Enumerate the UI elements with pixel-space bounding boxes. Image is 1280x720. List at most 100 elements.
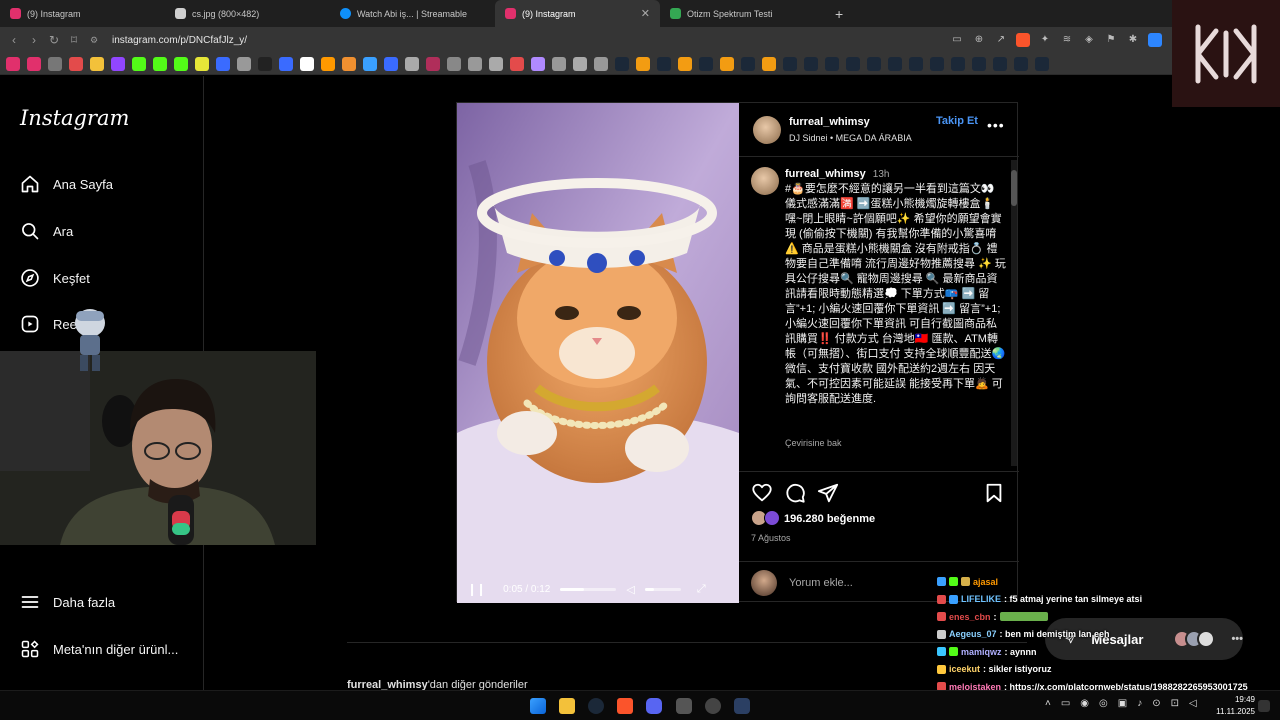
like-heart-icon[interactable] [751, 482, 773, 504]
bookmark-favicon-icon[interactable] [657, 56, 671, 71]
author-username[interactable]: furreal_whimsy [789, 116, 870, 128]
bookmark-favicon-icon[interactable] [951, 56, 965, 71]
vpn-icon[interactable] [1148, 33, 1162, 47]
instagram-logo[interactable]: Instagram [20, 106, 129, 130]
bookmark-favicon-icon[interactable] [216, 56, 230, 71]
bookmark-favicon-icon[interactable] [27, 56, 41, 71]
tray-chevron-icon[interactable]: ˄ [1045, 698, 1051, 709]
brave-browser-icon[interactable] [617, 698, 633, 714]
bookmark-favicon-icon[interactable] [195, 56, 209, 71]
bookmark-favicon-icon[interactable] [930, 56, 944, 71]
bookmark-favicon-icon[interactable] [804, 56, 818, 71]
bookmark-favicon-icon[interactable] [174, 56, 188, 71]
bookmark-favicon-icon[interactable] [972, 56, 986, 71]
bookmark-favicon-icon[interactable] [426, 56, 440, 71]
wifi-icon[interactable]: ≋ [1060, 33, 1074, 47]
bookmark-favicon-icon[interactable] [846, 56, 860, 71]
bookmark-favicon-icon[interactable] [825, 56, 839, 71]
bookmark-favicon-icon[interactable] [993, 56, 1007, 71]
follow-button[interactable]: Takip Et [936, 115, 978, 127]
tab-image[interactable]: cs.jpg (800×482) [165, 0, 330, 27]
sidebar-item-home[interactable]: Ana Sayfa [20, 174, 113, 194]
bookmark-favicon-icon[interactable] [489, 56, 503, 71]
back-icon[interactable]: ‹ [4, 33, 24, 47]
bookmark-favicon-icon[interactable] [573, 56, 587, 71]
zoom-icon[interactable]: ⊕ [972, 33, 986, 47]
windows-start-icon[interactable] [530, 698, 546, 714]
tab-streamable[interactable]: Watch Abi iş... | Streamable [330, 0, 495, 27]
chat-username[interactable]: Aegeus_07 [949, 629, 997, 639]
site-settings-icon[interactable]: ⚙ [84, 35, 104, 46]
bookmark-favicon-icon[interactable] [363, 56, 377, 71]
comment-input[interactable]: Yorum ekle... [789, 577, 853, 589]
audio-label[interactable]: DJ Sidnei • MEGA DA ÁRABIA [789, 133, 912, 143]
chat-username[interactable]: LIFELIKE [961, 594, 1001, 604]
cast-icon[interactable]: ▭ [950, 33, 964, 47]
reload-icon[interactable]: ↻ [44, 33, 64, 47]
sidebar-item-explore[interactable]: Keşfet [20, 268, 90, 288]
extensions-icon[interactable]: ✦ [1038, 33, 1052, 47]
bookmark-favicon-icon[interactable] [720, 56, 734, 71]
sidebar-item-more[interactable]: Daha fazla [20, 592, 115, 612]
caption-author-avatar[interactable] [751, 167, 779, 195]
sidebar-item-search[interactable]: Ara [20, 221, 73, 241]
bookmark-favicon-icon[interactable] [552, 56, 566, 71]
layers-icon[interactable]: ◈ [1082, 33, 1096, 47]
chat-username[interactable]: enes_cbn [949, 612, 991, 622]
caption-scrollbar[interactable] [1011, 160, 1017, 466]
bookmark-favicon-icon[interactable] [1014, 56, 1028, 71]
see-translation-link[interactable]: Çevirisine bak [785, 438, 1005, 468]
speaker-icon[interactable]: ◁ [1189, 698, 1197, 709]
tray-app-icon[interactable]: ◉ [1080, 698, 1089, 709]
bookmark-favicon-icon[interactable] [237, 56, 251, 71]
bookmark-favicon-icon[interactable] [867, 56, 881, 71]
bookmark-favicon-icon[interactable] [888, 56, 902, 71]
brave-shield-icon[interactable] [1016, 33, 1030, 47]
volume-icon[interactable]: ♪ [1137, 698, 1142, 709]
bookmark-favicon-icon[interactable] [615, 56, 629, 71]
bookmark-favicon-icon[interactable] [279, 56, 293, 71]
bookmark-favicon-icon[interactable] [300, 56, 314, 71]
pause-icon[interactable]: ❙❙ [467, 582, 486, 596]
taskbar-clock[interactable]: 19:49 11.11.2025 [1205, 694, 1255, 718]
bookmark-favicon-icon[interactable] [594, 56, 608, 71]
bookmark-favicon-icon[interactable] [741, 56, 755, 71]
tools-icon[interactable]: ⚑ [1104, 33, 1118, 47]
bookmark-favicon-icon[interactable] [6, 56, 20, 71]
chat-username[interactable]: ajasal [973, 577, 998, 587]
bookmark-favicon-icon[interactable] [258, 56, 272, 71]
bookmark-favicon-icon[interactable] [447, 56, 461, 71]
bookmark-favicon-icon[interactable] [762, 56, 776, 71]
like-count[interactable]: 196.280 beğenme [784, 513, 875, 525]
bookmark-favicon-icon[interactable] [510, 56, 524, 71]
chat-username[interactable]: mamiqwz [961, 647, 1002, 657]
bookmark-favicon-icon[interactable] [153, 56, 167, 71]
bookmark-favicon-icon[interactable] [405, 56, 419, 71]
bookmark-favicon-icon[interactable] [699, 56, 713, 71]
steam-icon[interactable] [588, 698, 604, 714]
bookmark-favicon-icon[interactable] [1035, 56, 1049, 71]
sidebar-item-meta[interactable]: Meta'nın diğer ürünl... [20, 639, 178, 659]
new-tab-icon[interactable]: + [835, 6, 843, 22]
tab-instagram-active[interactable]: (9) Instagram ✕ [495, 0, 660, 27]
share-icon[interactable]: ↗ [994, 33, 1008, 47]
save-bookmark-icon[interactable] [983, 482, 1005, 504]
tray-app-icon[interactable]: ▣ [1118, 698, 1127, 709]
bookmark-favicon-icon[interactable] [783, 56, 797, 71]
microphone-icon[interactable]: ⊙ [1152, 698, 1160, 709]
bookmark-favicon-icon[interactable] [909, 56, 923, 71]
bookmark-favicon-icon[interactable] [678, 56, 692, 71]
tray-steam-icon[interactable]: ◎ [1099, 698, 1108, 709]
bookmark-favicon-icon[interactable] [132, 56, 146, 71]
caption-username[interactable]: furreal_whimsy [785, 168, 866, 180]
puzzle-icon[interactable]: ✱ [1126, 33, 1140, 47]
close-tab-icon[interactable]: ✕ [641, 7, 650, 20]
post-video[interactable]: ❙❙ 0:05 / 0:12 ◁ ⤢ [457, 103, 739, 603]
app-icon[interactable] [676, 698, 692, 714]
bookmark-favicon-icon[interactable] [342, 56, 356, 71]
obs-icon[interactable] [705, 698, 721, 714]
bookmark-favicon-icon[interactable] [468, 56, 482, 71]
volume-slider[interactable] [644, 587, 681, 591]
liker-avatar-2[interactable] [764, 510, 780, 526]
video-progress-bar[interactable] [560, 587, 617, 591]
